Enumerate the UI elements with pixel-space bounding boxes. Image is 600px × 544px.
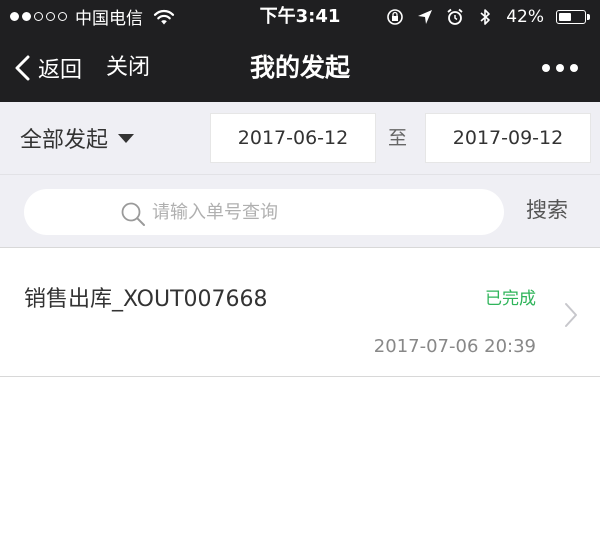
more-dot bbox=[556, 63, 564, 72]
chevron-left-icon bbox=[15, 55, 30, 80]
filter-type-dropdown[interactable]: 全部发起 bbox=[20, 102, 135, 174]
close-button[interactable]: 关闭 bbox=[106, 33, 150, 102]
search-box[interactable] bbox=[24, 189, 504, 235]
navigation-bar: 返回 关闭 我的发起 bbox=[0, 33, 600, 102]
page: 中国电信 下午3:41 42% 返回 关闭 我的发起 全部发起 2017-06-… bbox=[0, 0, 600, 544]
battery-percent: 42% bbox=[506, 6, 544, 27]
filter-type-label: 全部发起 bbox=[20, 128, 109, 153]
orientation-lock-icon bbox=[387, 8, 404, 25]
status-bar: 中国电信 下午3:41 42% bbox=[0, 0, 600, 33]
page-title: 我的发起 bbox=[249, 53, 350, 82]
bluetooth-icon bbox=[480, 8, 491, 25]
alarm-icon bbox=[447, 8, 463, 25]
location-icon bbox=[418, 9, 433, 24]
date-range-separator: 至 bbox=[388, 127, 408, 149]
empty-area bbox=[0, 378, 600, 544]
more-dots-icon[interactable] bbox=[542, 33, 578, 102]
more-dot bbox=[570, 63, 578, 72]
end-date-picker[interactable]: 2017-09-12 bbox=[425, 113, 591, 163]
search-icon bbox=[121, 202, 145, 226]
search-bar: 搜索 bbox=[0, 174, 600, 247]
chevron-right-icon bbox=[565, 303, 577, 327]
status-badge: 已完成 bbox=[485, 289, 536, 309]
list-item-title: 销售出库_XOUT007668 bbox=[24, 287, 268, 312]
status-bar-right: 42% bbox=[386, 0, 590, 33]
battery-icon bbox=[556, 9, 590, 24]
more-dot bbox=[542, 63, 550, 72]
start-date-picker[interactable]: 2017-06-12 bbox=[210, 113, 376, 163]
search-button[interactable]: 搜索 bbox=[526, 175, 568, 248]
search-input[interactable] bbox=[152, 189, 482, 235]
battery-level bbox=[559, 12, 571, 21]
list-item[interactable]: 销售出库_XOUT007668 已完成 2017-07-06 20:39 bbox=[0, 247, 600, 377]
back-button-label: 返回 bbox=[38, 57, 83, 83]
caret-down-icon bbox=[118, 133, 135, 143]
battery-tip bbox=[587, 13, 590, 20]
list-item-datetime: 2017-07-06 20:39 bbox=[373, 336, 536, 357]
filter-bar: 全部发起 2017-06-12 至 2017-09-12 bbox=[0, 102, 600, 174]
back-button[interactable]: 返回 bbox=[14, 33, 82, 102]
